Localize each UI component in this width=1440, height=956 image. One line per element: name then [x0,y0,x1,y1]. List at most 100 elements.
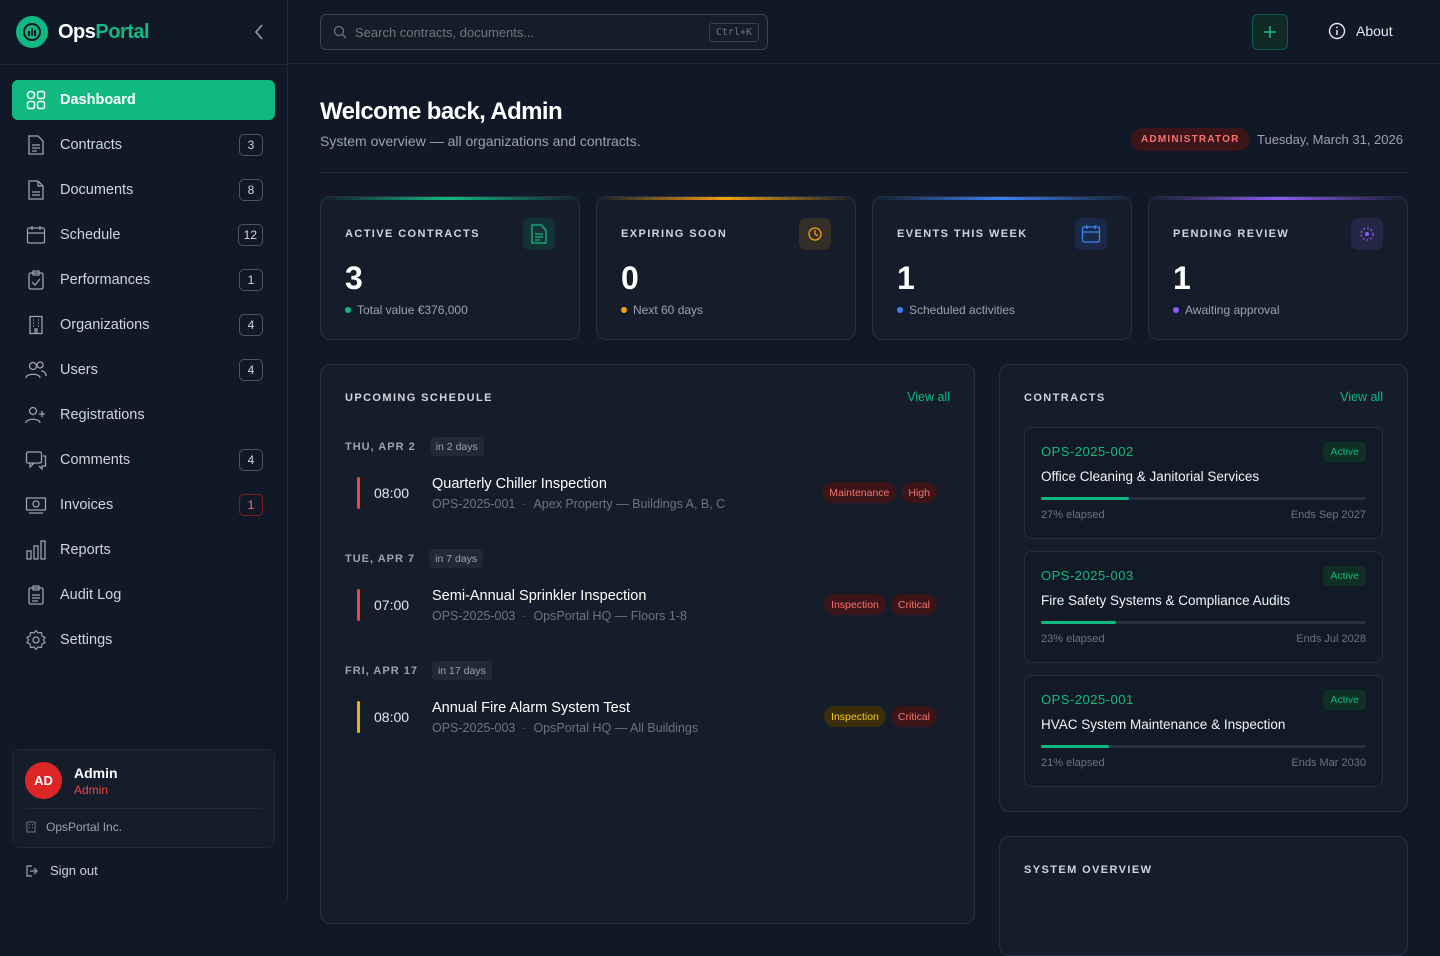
stat-value: 1 [1173,260,1191,296]
stat-subtext: Scheduled activities [897,303,1015,317]
sidebar-item-label: Organizations [60,317,150,333]
file-icon [24,178,48,202]
stat-subtext: Total value €376,000 [345,303,468,317]
gear-icon [24,628,48,652]
collapse-sidebar-button[interactable] [248,20,270,44]
stat-card-active-contracts[interactable]: ACTIVE CONTRACTS 3 Total value €376,000 [320,196,580,340]
sidebar-item-comments[interactable]: Comments 4 [12,440,275,480]
sidebar-item-label: Audit Log [60,587,122,603]
dashboard-grid-icon [24,88,48,112]
event-title: Annual Fire Alarm System Test [432,700,630,716]
schedule-day-header: TUE, APR 7 in 7 days [345,549,484,568]
stat-label: EVENTS THIS WEEK [897,228,1028,240]
sidebar-item-documents[interactable]: Documents 8 [12,170,275,210]
sidebar-item-label: Users [60,362,98,378]
stat-value: 0 [621,260,639,296]
priority-bar [357,701,360,733]
schedule-day-header: THU, APR 2 in 2 days [345,437,484,456]
sidebar-item-performances[interactable]: Performances 1 [12,260,275,300]
about-button[interactable]: About [1328,22,1393,40]
stat-card-expiring-soon[interactable]: EXPIRING SOON 0 Next 60 days [596,196,856,340]
contract-name: Fire Safety Systems & Compliance Audits [1041,593,1291,608]
contract-id: OPS-2025-001 [1041,692,1134,707]
sidebar-item-registrations[interactable]: Registrations [12,395,275,435]
contract-card[interactable]: OPS-2025-001 Active HVAC System Maintenanc… [1024,675,1383,787]
progress-fill [1041,745,1110,748]
schedule-event[interactable]: 08:00 Quarterly Chiller Inspection OPS-202… [357,473,937,513]
end-date: Ends Sep 2027 [1290,509,1366,521]
priority-bar [357,589,360,621]
sidebar-item-label: Schedule [60,227,121,243]
document-icon [24,133,48,157]
event-meta: OPS-2025-001 · Apex Property — Buildings… [432,497,726,511]
stat-label: EXPIRING SOON [621,228,728,240]
brand[interactable]: OpsPortal [16,16,150,48]
comments-icon [24,448,48,472]
search-box[interactable]: Ctrl+K [320,14,768,50]
shortcut-hint: Ctrl+K [708,23,759,42]
stat-label: ACTIVE CONTRACTS [345,228,480,240]
stat-card-events-this-week[interactable]: EVENTS THIS WEEK 1 Scheduled activities [872,196,1132,340]
sidebar-item-schedule[interactable]: Schedule 12 [12,215,275,255]
end-date: Ends Mar 2030 [1291,757,1366,769]
event-meta: OPS-2025-003 · OpsPortal HQ — Floors 1-8 [432,609,687,623]
sidebar-item-invoices[interactable]: Invoices 1 [12,485,275,525]
main-content: Welcome back, Admin System overview — al… [288,65,1440,956]
document-icon [523,218,555,250]
avatar[interactable]: AD [25,762,62,799]
event-tag: Critical [890,706,937,727]
stat-accent-bar [873,197,1131,200]
user-card-divider [25,808,262,809]
sidebar-item-settings[interactable]: Settings [12,620,275,660]
stat-card-pending-review[interactable]: PENDING REVIEW 1 Awaiting approval [1148,196,1408,340]
contract-card[interactable]: OPS-2025-003 Active Fire Safety Systems & … [1024,551,1383,663]
contracts-view-all-link[interactable]: View all [1340,390,1383,404]
sidebar-item-audit-log[interactable]: Audit Log [12,575,275,615]
event-meta: OPS-2025-003 · OpsPortal HQ — All Buildi… [432,721,699,735]
sign-out-button[interactable]: Sign out [24,863,98,878]
user-card: AD Admin Admin OpsPortal Inc. [12,749,275,848]
sidebar-item-label: Settings [60,632,113,648]
sidebar-item-count-badge: 1 [239,269,263,291]
page-title: Welcome back, Admin [320,98,563,125]
about-label: About [1356,23,1393,39]
contract-card[interactable]: OPS-2025-002 Active Office Cleaning & Jani… [1024,427,1383,539]
sidebar-nav: Dashboard Contracts 3 Documents 8 Schedule 12 P… [12,80,275,665]
search-input[interactable] [355,24,695,40]
sidebar: OpsPortal Dashboard Contracts 3 Documents 8 S… [0,0,288,900]
calendar-icon [1075,218,1107,250]
status-dot [1173,307,1179,313]
contract-id: OPS-2025-003 [1041,568,1134,583]
sign-out-label: Sign out [50,863,98,878]
schedule-day-header: FRI, APR 17 in 17 days [345,661,492,680]
page-subtitle: System overview — all organizations and … [320,133,641,149]
event-tag: Inspection [824,706,886,727]
users-icon [24,358,48,382]
priority-bar [357,477,360,509]
contracts-panel: CONTRACTS View all OPS-2025-002 Active Off… [999,364,1408,812]
stat-accent-bar [321,197,579,200]
sign-out-icon [26,864,38,877]
schedule-view-all-link[interactable]: View all [907,390,950,404]
organization-name: OpsPortal Inc. [46,820,123,834]
event-time: 07:00 [374,597,410,613]
current-date: Tuesday, March 31, 2026 [1257,132,1403,147]
sidebar-item-dashboard[interactable]: Dashboard [12,80,275,120]
event-title: Quarterly Chiller Inspection [432,476,607,492]
create-new-button[interactable] [1252,14,1288,50]
topbar: Ctrl+K About [288,0,1440,64]
schedule-event[interactable]: 07:00 Semi-Annual Sprinkler Inspection OPS… [357,585,937,625]
schedule-event[interactable]: 08:00 Annual Fire Alarm System Test OPS-20… [357,697,937,737]
sidebar-item-reports[interactable]: Reports [12,530,275,570]
sidebar-item-count-badge: 4 [239,314,263,336]
clipboard-list-icon [24,583,48,607]
elapsed-text: 23% elapsed [1041,633,1105,645]
event-tag: Maintenance [822,482,897,503]
sidebar-item-count-badge: 4 [239,359,263,381]
event-tags: Inspection Critical [819,706,937,727]
sidebar-item-contracts[interactable]: Contracts 3 [12,125,275,165]
progress-track [1041,497,1366,500]
event-tag: Inspection [824,594,886,615]
sidebar-item-users[interactable]: Users 4 [12,350,275,390]
sidebar-item-organizations[interactable]: Organizations 4 [12,305,275,345]
